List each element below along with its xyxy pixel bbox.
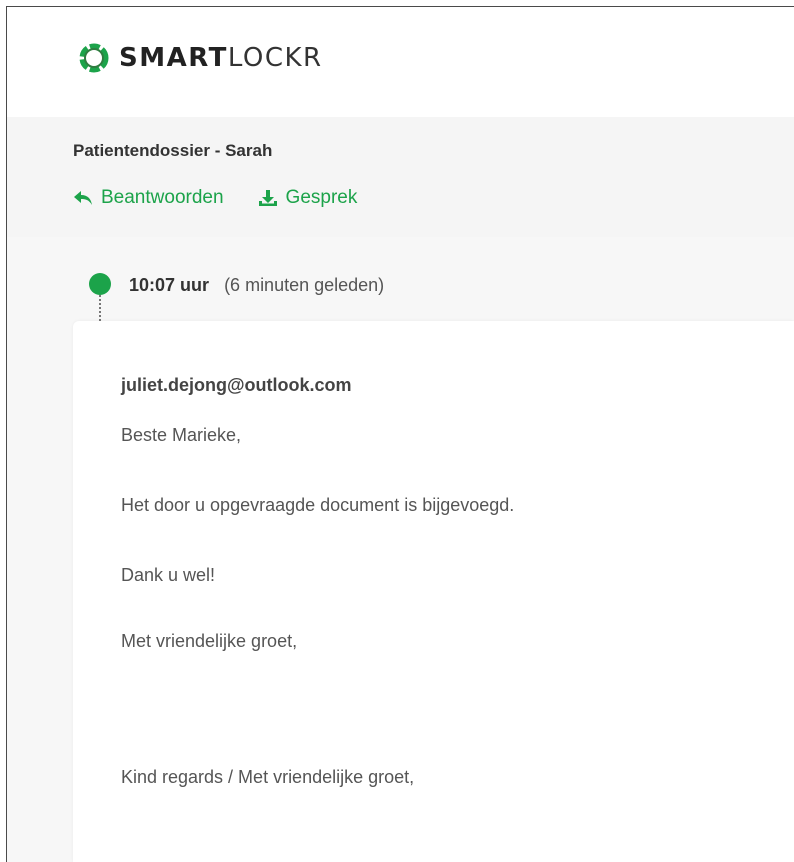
smartlockr-logo-icon xyxy=(79,43,109,73)
message-relative-time: (6 minuten geleden) xyxy=(224,275,385,295)
download-conversation-button[interactable]: Gesprek xyxy=(258,187,358,209)
message-card: juliet.dejong@outlook.com Beste Marieke,… xyxy=(73,321,794,862)
brand-name: SMARTLOCKR xyxy=(119,43,323,73)
conversation-title: Patientendossier - Sarah xyxy=(73,141,273,160)
brand-name-bold: SMART xyxy=(119,43,228,73)
app-window: SMARTLOCKR Patientendossier - Sarah Bean… xyxy=(6,6,794,862)
top-bar: SMARTLOCKR xyxy=(7,7,794,117)
conversation-actions: Beantwoorden Gesprek xyxy=(73,187,357,209)
message-line: Dank u wel! xyxy=(121,565,216,585)
reply-button[interactable]: Beantwoorden xyxy=(73,187,224,209)
message-line: Het door u opgevraagde document is bijge… xyxy=(121,495,515,515)
message-sender: juliet.dejong@outlook.com xyxy=(121,375,352,395)
message-line: Kind regards / Met vriendelijke groet, xyxy=(121,767,415,787)
message-line: Beste Marieke, xyxy=(121,425,242,445)
message-timeline: 10:07 uur (6 minuten geleden) juliet.dej… xyxy=(7,237,794,862)
download-icon xyxy=(258,190,277,206)
message-line: Met vriendelijke groet, xyxy=(121,631,298,651)
reply-button-label: Beantwoorden xyxy=(101,187,224,208)
message-time: 10:07 uur xyxy=(129,275,210,295)
timeline-dot xyxy=(89,273,111,295)
message-timestamp: 10:07 uur (6 minuten geleden) xyxy=(129,275,384,296)
brand-name-light: LOCKR xyxy=(227,43,323,73)
download-conversation-label: Gesprek xyxy=(285,187,358,208)
conversation-header: Patientendossier - Sarah Beantwoorden Ge… xyxy=(7,117,794,238)
smartlockr-logo[interactable]: SMARTLOCKR xyxy=(79,43,323,73)
reply-arrow-icon xyxy=(74,191,92,205)
